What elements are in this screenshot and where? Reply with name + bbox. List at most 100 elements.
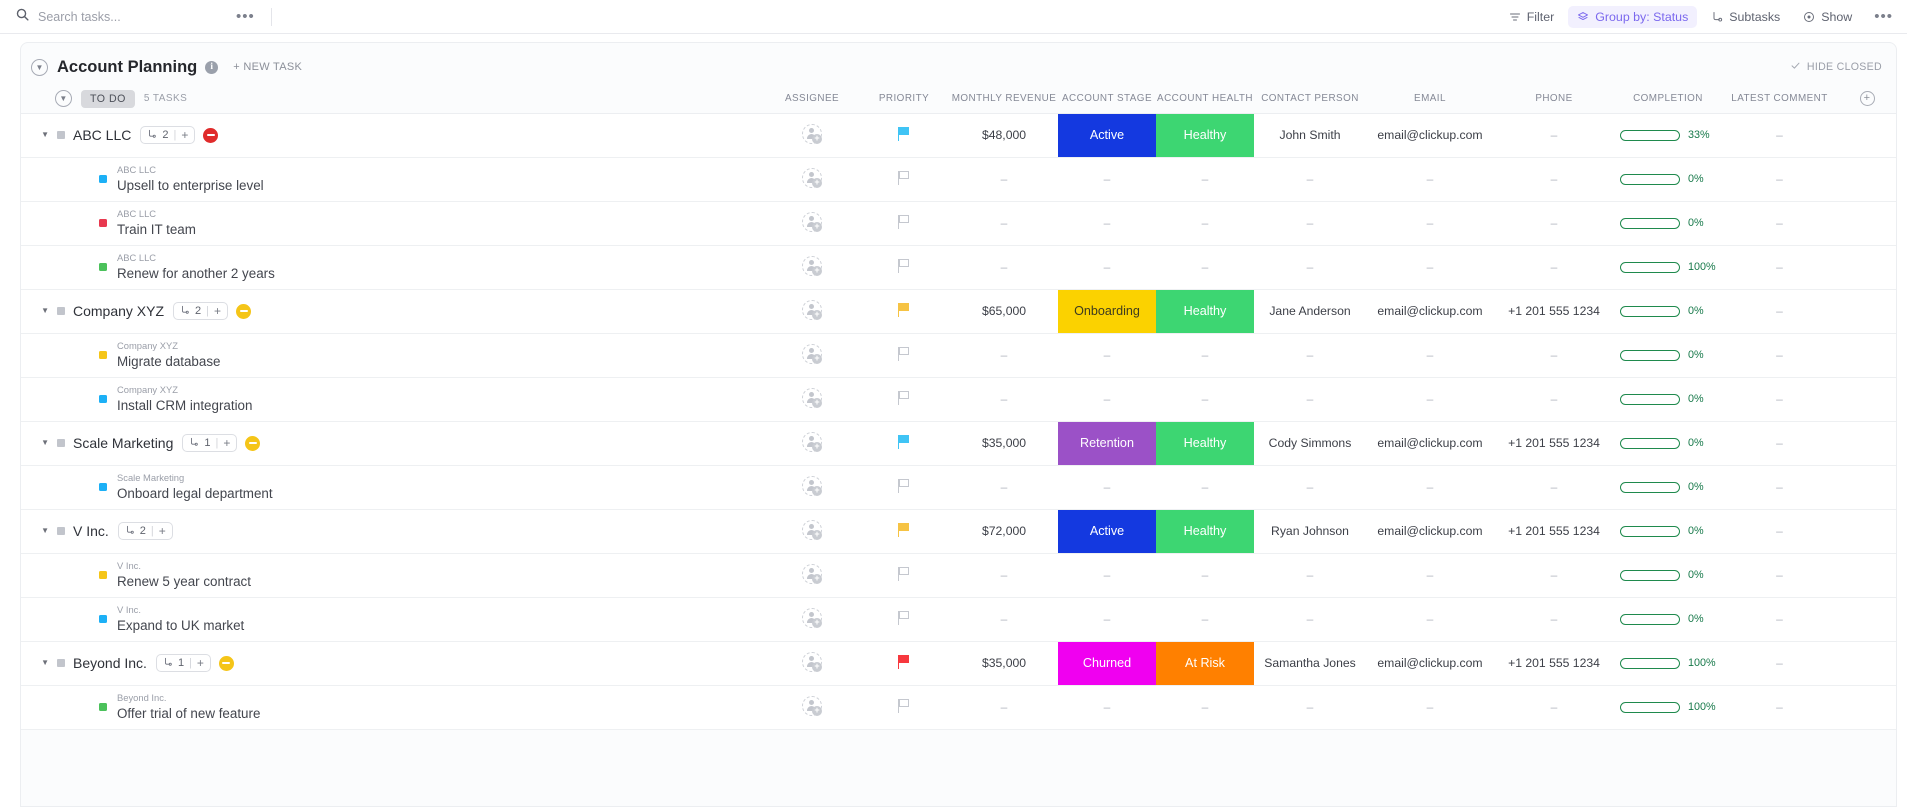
cell-completion[interactable]: 100% [1614, 245, 1722, 290]
priority-flag-icon[interactable] [897, 170, 911, 185]
task-row[interactable]: ▼ Beyond Inc. 1 | + + $35,000 Churned At… [21, 641, 1896, 686]
show-button[interactable]: Show [1794, 6, 1861, 28]
cell-monthly-revenue[interactable]: – [950, 465, 1058, 510]
add-subtask-button[interactable]: + [159, 524, 166, 538]
cell-latest-comment[interactable]: – [1722, 333, 1837, 378]
assignee-avatar-placeholder[interactable]: + [802, 563, 822, 584]
cell-email[interactable]: – [1366, 377, 1494, 422]
cell-email[interactable]: email@clickup.com [1366, 641, 1494, 686]
collapse-view-icon[interactable]: ▼ [31, 58, 48, 76]
cell-priority[interactable] [858, 421, 950, 466]
cell-priority[interactable] [858, 113, 950, 158]
priority-flag-icon[interactable] [897, 302, 911, 317]
account-health-pill[interactable]: At Risk [1156, 641, 1254, 685]
cell-task-name[interactable]: ▼ Company XYZ 2 | + [21, 289, 766, 334]
cell-priority[interactable] [858, 377, 950, 422]
cell-monthly-revenue[interactable]: $72,000 [950, 509, 1058, 554]
cell-subtask-name[interactable]: ABC LLC Train IT team [21, 201, 766, 246]
completion-progress-bar[interactable] [1620, 481, 1680, 493]
cell-contact-person[interactable]: – [1254, 685, 1366, 730]
cell-account-stage[interactable]: – [1058, 201, 1156, 246]
cell-email[interactable]: email@clickup.com [1366, 421, 1494, 466]
subtask-count-badge[interactable]: 2 | + [117, 522, 173, 540]
subtask-row[interactable]: Beyond Inc. Offer trial of new feature +… [21, 685, 1896, 730]
cell-priority[interactable] [858, 685, 950, 730]
cell-completion[interactable]: 0% [1614, 201, 1722, 246]
cell-latest-comment[interactable]: – [1722, 685, 1837, 730]
add-subtask-button[interactable]: + [181, 128, 188, 142]
cell-account-stage[interactable]: Active [1058, 113, 1156, 158]
cell-account-stage[interactable]: – [1058, 333, 1156, 378]
completion-progress-bar[interactable] [1620, 393, 1680, 405]
column-header-assignee[interactable]: ASSIGNEE [766, 85, 858, 114]
hide-closed-button[interactable]: HIDE CLOSED [1790, 60, 1882, 74]
cell-monthly-revenue[interactable]: – [950, 333, 1058, 378]
group-by-button[interactable]: Group by: Status [1568, 5, 1698, 28]
subtask-count-badge[interactable]: 1 | + [155, 654, 211, 672]
cell-completion[interactable]: 0% [1614, 421, 1722, 466]
cell-email[interactable]: – [1366, 465, 1494, 510]
add-subtask-button[interactable]: + [223, 436, 230, 450]
cell-monthly-revenue[interactable]: – [950, 553, 1058, 598]
completion-progress-bar[interactable] [1620, 701, 1680, 713]
column-header-latest-comment[interactable]: LATEST COMMENT [1722, 85, 1837, 114]
completion-progress-bar[interactable] [1620, 613, 1680, 625]
cell-account-health[interactable]: – [1156, 157, 1254, 202]
account-stage-pill[interactable]: Active [1058, 509, 1156, 553]
cell-assignee[interactable]: + [766, 245, 858, 290]
filter-button[interactable]: Filter [1500, 6, 1564, 28]
cell-account-health[interactable]: – [1156, 333, 1254, 378]
expand-caret-icon[interactable]: ▼ [41, 439, 49, 447]
cell-latest-comment[interactable]: – [1722, 597, 1837, 642]
account-stage-pill[interactable]: Onboarding [1058, 289, 1156, 333]
priority-flag-icon[interactable] [897, 258, 911, 273]
cell-assignee[interactable]: + [766, 289, 858, 334]
cell-email[interactable]: email@clickup.com [1366, 113, 1494, 158]
cell-contact-person[interactable]: – [1254, 553, 1366, 598]
cell-account-health[interactable]: – [1156, 245, 1254, 290]
cell-phone[interactable]: – [1494, 333, 1614, 378]
cell-priority[interactable] [858, 201, 950, 246]
cell-completion[interactable]: 0% [1614, 553, 1722, 598]
cell-monthly-revenue[interactable]: – [950, 377, 1058, 422]
cell-priority[interactable] [858, 157, 950, 202]
assignee-avatar-placeholder[interactable]: + [802, 475, 822, 496]
assignee-avatar-placeholder[interactable]: + [802, 255, 822, 276]
cell-latest-comment[interactable]: – [1722, 465, 1837, 510]
assignee-avatar-placeholder[interactable]: + [802, 695, 822, 716]
subtask-row[interactable]: Scale Marketing Onboard legal department… [21, 465, 1896, 510]
cell-contact-person[interactable]: – [1254, 201, 1366, 246]
completion-progress-bar[interactable] [1620, 173, 1680, 185]
cell-monthly-revenue[interactable]: – [950, 597, 1058, 642]
priority-flag-icon[interactable] [897, 478, 911, 493]
circle-minus-icon[interactable] [245, 435, 261, 451]
column-header-account-health[interactable]: ACCOUNT HEALTH [1156, 85, 1254, 114]
cell-assignee[interactable]: + [766, 685, 858, 730]
cell-email[interactable]: – [1366, 201, 1494, 246]
cell-subtask-name[interactable]: Company XYZ Install CRM integration [21, 377, 766, 422]
cell-phone[interactable]: – [1494, 553, 1614, 598]
cell-monthly-revenue[interactable]: $35,000 [950, 641, 1058, 686]
column-header-monthly-revenue[interactable]: MONTHLY REVENUE [950, 85, 1058, 114]
completion-progress-bar[interactable] [1620, 217, 1680, 229]
cell-account-stage[interactable]: – [1058, 157, 1156, 202]
cell-latest-comment[interactable]: – [1722, 201, 1837, 246]
cell-completion[interactable]: 0% [1614, 465, 1722, 510]
cell-account-health[interactable]: Healthy [1156, 509, 1254, 554]
completion-progress-bar[interactable] [1620, 525, 1680, 537]
cell-contact-person[interactable]: – [1254, 157, 1366, 202]
cell-contact-person[interactable]: Samantha Jones [1254, 641, 1366, 686]
cell-phone[interactable]: +1 201 555 1234 [1494, 289, 1614, 334]
assignee-avatar-placeholder[interactable]: + [802, 343, 822, 364]
group-status-badge[interactable]: TO DO [81, 89, 135, 108]
cell-account-health[interactable]: – [1156, 553, 1254, 598]
cell-account-stage[interactable]: – [1058, 377, 1156, 422]
subtask-row[interactable]: ABC LLC Upsell to enterprise level + – – –… [21, 157, 1896, 202]
cell-monthly-revenue[interactable]: $35,000 [950, 421, 1058, 466]
cell-contact-person[interactable]: Jane Anderson [1254, 289, 1366, 334]
cell-phone[interactable]: – [1494, 597, 1614, 642]
subtask-row[interactable]: V Inc. Expand to UK market + – – – – – – 0% – [21, 597, 1896, 642]
cell-contact-person[interactable]: – [1254, 245, 1366, 290]
cell-phone[interactable]: – [1494, 201, 1614, 246]
cell-task-name[interactable]: ▼ ABC LLC 2 | + [21, 113, 766, 158]
